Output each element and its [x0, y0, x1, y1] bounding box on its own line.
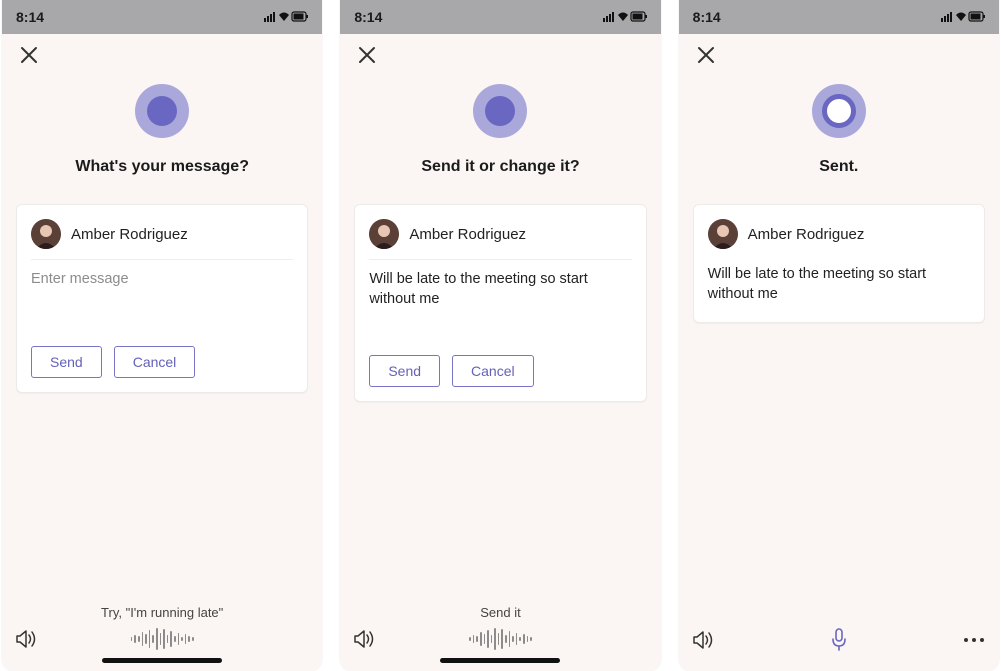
recipient-name: Amber Rodriguez: [748, 226, 865, 243]
status-time: 8:14: [16, 9, 44, 25]
avatar: [31, 219, 61, 249]
close-icon: [697, 46, 715, 64]
footer: [679, 597, 999, 671]
button-row: Send Cancel: [31, 346, 293, 378]
status-bar: 8:14: [679, 0, 999, 34]
cortana-core-icon: [485, 96, 515, 126]
close-button[interactable]: [18, 44, 40, 66]
header: [2, 34, 322, 78]
prompt-text: What's your message?: [2, 158, 322, 176]
voice-waveform[interactable]: [380, 626, 620, 652]
footer-hint: Try, "I'm running late": [101, 605, 223, 620]
voice-waveform[interactable]: [42, 626, 282, 652]
recipient-row: Amber Rodriguez: [708, 219, 970, 255]
footer-hint: Send it: [480, 605, 520, 620]
send-button[interactable]: Send: [31, 346, 102, 378]
status-bar: 8:14: [2, 0, 322, 34]
signal-wifi-battery-icon: [603, 10, 647, 24]
message-card: Amber Rodriguez Will be late to the meet…: [693, 204, 985, 323]
cortana-core-icon: [822, 94, 856, 128]
header: [679, 34, 999, 78]
header: [340, 34, 660, 78]
avatar-icon: [708, 219, 738, 249]
button-row: Send Cancel: [369, 355, 631, 387]
footer-row: [354, 626, 646, 652]
phone-screen-2: 8:14 Send it or change it? Amber Rodrigu…: [340, 0, 660, 671]
cancel-button[interactable]: Cancel: [114, 346, 196, 378]
status-icons: [941, 10, 985, 24]
recipient-row: Amber Rodriguez: [31, 219, 293, 260]
close-button[interactable]: [695, 44, 717, 66]
message-input[interactable]: Enter message: [31, 260, 293, 300]
more-button[interactable]: [959, 637, 985, 643]
speaker-button[interactable]: [354, 629, 380, 649]
close-icon: [20, 46, 38, 64]
status-icons: [603, 10, 647, 24]
prompt-text: Sent.: [679, 158, 999, 176]
signal-wifi-battery-icon: [264, 10, 308, 24]
close-button[interactable]: [356, 44, 378, 66]
status-icons: [264, 10, 308, 24]
status-time: 8:14: [354, 9, 382, 25]
mic-icon: [830, 628, 848, 652]
recipient-row: Amber Rodriguez: [369, 219, 631, 260]
message-input[interactable]: Will be late to the meeting so start wit…: [369, 260, 631, 309]
status-bar: 8:14: [340, 0, 660, 34]
recipient-name: Amber Rodriguez: [409, 226, 526, 243]
phone-screen-3: 8:14 Sent. Amber Rodriguez Will be late …: [679, 0, 999, 671]
cortana-orb-area: [679, 84, 999, 138]
footer-row: [16, 626, 308, 652]
cancel-button[interactable]: Cancel: [452, 355, 534, 387]
avatar: [369, 219, 399, 249]
mic-button[interactable]: [719, 628, 959, 652]
cortana-core-icon: [147, 96, 177, 126]
avatar: [708, 219, 738, 249]
footer: Try, "I'm running late": [2, 595, 322, 671]
avatar-icon: [31, 219, 61, 249]
signal-wifi-battery-icon: [941, 10, 985, 24]
message-body: Will be late to the meeting so start wit…: [708, 255, 970, 304]
speaker-icon: [693, 630, 715, 650]
footer-row: [693, 628, 985, 652]
speaker-icon: [16, 629, 38, 649]
footer: Send it: [340, 595, 660, 671]
cortana-orb: [135, 84, 189, 138]
message-card: Amber Rodriguez Will be late to the meet…: [354, 204, 646, 402]
prompt-text: Send it or change it?: [340, 158, 660, 176]
recipient-name: Amber Rodriguez: [71, 226, 188, 243]
speaker-icon: [354, 629, 376, 649]
home-indicator[interactable]: [440, 658, 560, 663]
send-button[interactable]: Send: [369, 355, 440, 387]
speaker-button[interactable]: [16, 629, 42, 649]
cortana-orb-area: [340, 84, 660, 138]
cortana-orb: [473, 84, 527, 138]
message-card: Amber Rodriguez Enter message Send Cance…: [16, 204, 308, 393]
speaker-button[interactable]: [693, 630, 719, 650]
status-time: 8:14: [693, 9, 721, 25]
avatar-icon: [369, 219, 399, 249]
home-indicator[interactable]: [102, 658, 222, 663]
phone-screen-1: 8:14 What's your message? Amber Rodrigue…: [2, 0, 322, 671]
more-icon: [963, 637, 985, 643]
cortana-orb: [812, 84, 866, 138]
cortana-orb-area: [2, 84, 322, 138]
close-icon: [358, 46, 376, 64]
